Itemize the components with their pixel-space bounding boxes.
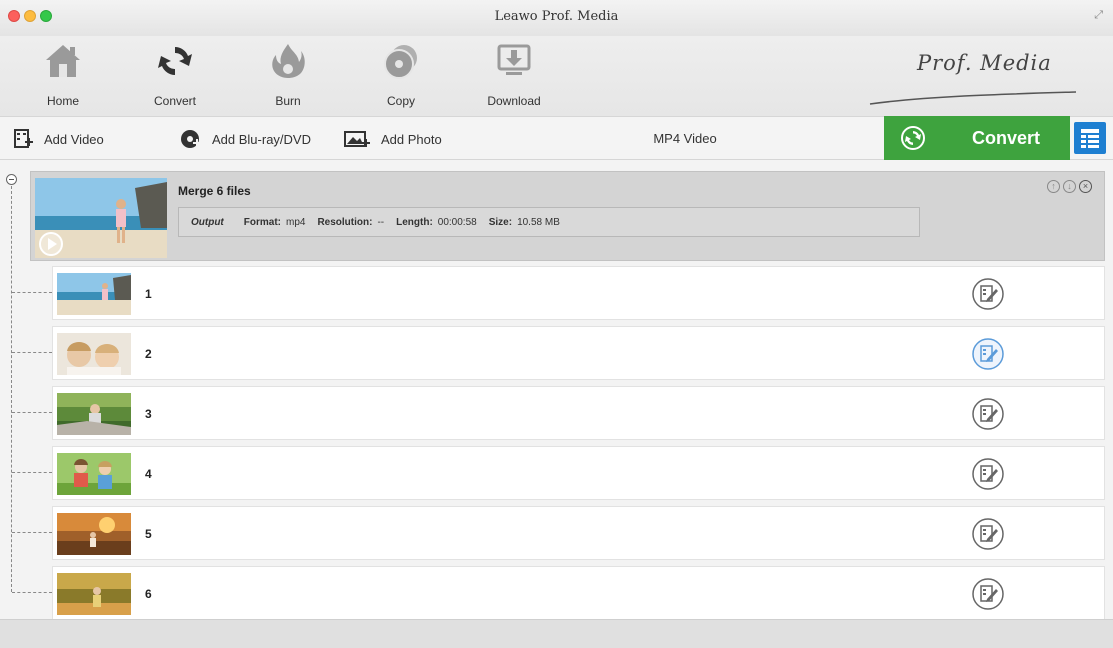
- convert-tab-button[interactable]: Convert: [130, 42, 220, 108]
- file-row-2[interactable]: 2: [52, 326, 1105, 380]
- file-number: 5: [145, 527, 152, 541]
- home-label: Home: [46, 94, 79, 108]
- tree-branch: [12, 592, 52, 593]
- brand-swoosh: [869, 91, 1077, 105]
- merge-controls: ↑ ↓ ×: [1047, 180, 1092, 193]
- merge-title: Merge 6 files: [178, 184, 251, 198]
- file-thumbnail: [57, 273, 131, 315]
- file-row-6[interactable]: 6: [52, 566, 1105, 620]
- add-bluray-label: Add Blu-ray/DVD: [212, 131, 311, 147]
- length-label: Length:: [396, 216, 433, 228]
- output-info: Output Format: mp4 Resolution: -- Length…: [178, 207, 920, 237]
- resolution-label: Resolution:: [317, 216, 373, 228]
- fullscreen-icon[interactable]: ⤢: [1094, 9, 1103, 22]
- convert-icon: [158, 47, 192, 75]
- size-label: Size:: [488, 216, 513, 228]
- burn-button[interactable]: Burn: [243, 42, 333, 108]
- move-up-icon[interactable]: ↑: [1047, 180, 1060, 193]
- task-list-button[interactable]: [1074, 122, 1106, 154]
- move-down-icon[interactable]: ↓: [1063, 180, 1076, 193]
- size-value: 10.58 MB: [517, 216, 560, 228]
- remove-icon[interactable]: ×: [1079, 180, 1092, 193]
- format-label: Format:: [243, 216, 281, 228]
- file-number: 6: [145, 587, 152, 601]
- download-button[interactable]: Download: [469, 42, 559, 108]
- burn-label: Burn: [275, 94, 301, 108]
- convert-label: Convert: [972, 127, 1041, 148]
- copy-button[interactable]: Copy: [356, 42, 446, 108]
- file-thumbnail: [57, 393, 131, 435]
- output-format-selector[interactable]: MP4 Video: [600, 131, 770, 146]
- status-bar: [0, 619, 1113, 648]
- tree-branch: [12, 532, 52, 533]
- file-thumbnail: [57, 453, 131, 495]
- copy-icon: [384, 45, 417, 79]
- brand-logo: Prof. Media: [917, 51, 1052, 75]
- download-icon: [497, 44, 531, 75]
- add-photo-icon: [344, 131, 370, 147]
- window-title: Leawo Prof. Media: [494, 9, 619, 24]
- convert-refresh-icon: [901, 126, 925, 150]
- main-toolbar: Home Convert Burn Copy Download Prof. Me…: [0, 36, 1113, 116]
- output-label: Output: [191, 216, 224, 228]
- file-number: 3: [145, 407, 152, 421]
- file-thumbnail: [57, 573, 131, 615]
- edit-icon[interactable]: [971, 397, 1005, 431]
- file-thumbnail: [57, 513, 131, 555]
- add-video-label: Add Video: [44, 131, 104, 147]
- add-bluray-button[interactable]: Add Blu-ray/DVD: [180, 117, 311, 161]
- file-row-4[interactable]: 4: [52, 446, 1105, 500]
- tree-branch: [12, 352, 52, 353]
- add-disc-icon: [181, 130, 201, 148]
- length-value: 00:00:58: [437, 216, 477, 228]
- file-row-5[interactable]: 5: [52, 506, 1105, 560]
- edit-icon[interactable]: [971, 517, 1005, 551]
- edit-icon[interactable]: [971, 577, 1005, 611]
- convert-button[interactable]: Convert: [884, 116, 1070, 160]
- merge-thumbnail: [35, 178, 167, 258]
- add-photo-label: Add Photo: [381, 131, 442, 147]
- merge-group-row[interactable]: Merge 6 files Output Format: mp4 Resolut…: [30, 171, 1105, 261]
- format-value: mp4: [286, 216, 306, 228]
- add-photo-button[interactable]: Add Photo: [343, 117, 442, 161]
- file-row-1[interactable]: 1: [52, 266, 1105, 320]
- file-list-area: Merge 6 files Output Format: mp4 Resolut…: [0, 161, 1113, 620]
- edit-icon[interactable]: [971, 277, 1005, 311]
- home-icon: [46, 45, 80, 77]
- convert-tab-label: Convert: [153, 94, 197, 108]
- add-video-button[interactable]: Add Video: [12, 117, 104, 161]
- edit-icon[interactable]: [971, 337, 1005, 371]
- file-thumbnail: [57, 333, 131, 375]
- tree-branch: [12, 412, 52, 413]
- tree-branch: [12, 472, 52, 473]
- home-button[interactable]: Home: [18, 42, 108, 108]
- edit-icon[interactable]: [971, 457, 1005, 491]
- add-video-icon: [14, 129, 33, 148]
- list-icon: [1081, 129, 1099, 148]
- file-number: 1: [145, 287, 152, 301]
- file-row-3[interactable]: 3: [52, 386, 1105, 440]
- file-number: 2: [145, 347, 152, 361]
- collapse-group-toggle[interactable]: [6, 174, 17, 185]
- download-label: Download: [487, 94, 541, 108]
- resolution-value: --: [377, 216, 385, 228]
- copy-label: Copy: [386, 94, 415, 108]
- title-bar: Leawo Prof. Media ⤢: [0, 0, 1113, 36]
- burn-icon: [272, 44, 305, 78]
- file-number: 4: [145, 467, 152, 481]
- tree-branch: [12, 292, 52, 293]
